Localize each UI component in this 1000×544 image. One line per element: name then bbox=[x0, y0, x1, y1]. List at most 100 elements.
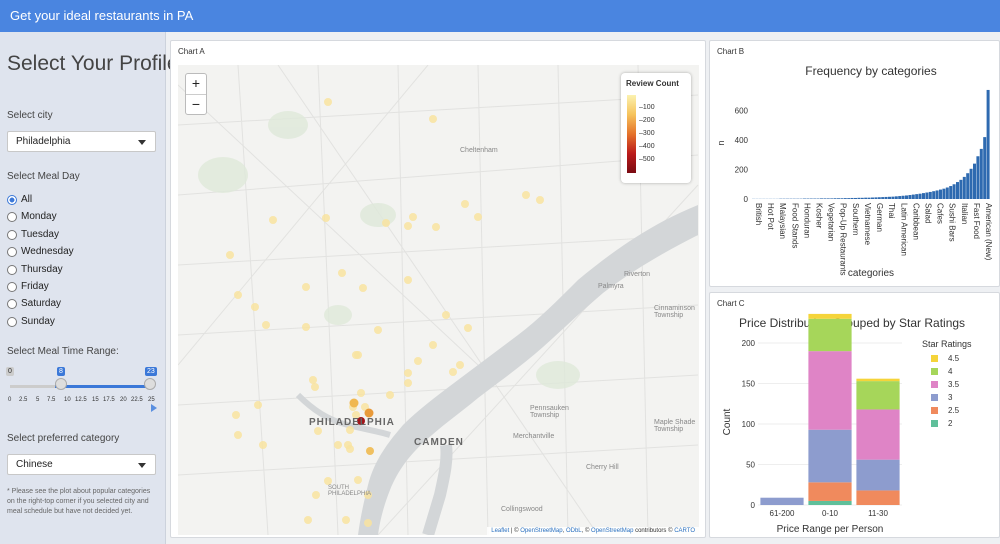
slider-tick-label: 5 bbox=[36, 397, 40, 403]
restaurant-marker[interactable] bbox=[449, 368, 457, 376]
restaurant-marker[interactable] bbox=[349, 398, 359, 408]
restaurant-marker[interactable] bbox=[456, 361, 464, 369]
radio-button[interactable] bbox=[7, 282, 17, 292]
legend-label: 4.5 bbox=[948, 354, 960, 363]
restaurant-marker[interactable] bbox=[382, 219, 390, 227]
restaurant-marker[interactable] bbox=[352, 351, 360, 359]
restaurant-marker[interactable] bbox=[324, 98, 332, 106]
x-tick-label: Fast Food bbox=[972, 203, 981, 239]
restaurant-marker[interactable] bbox=[522, 191, 530, 199]
restaurant-marker[interactable] bbox=[474, 213, 482, 221]
restaurant-marker[interactable] bbox=[269, 216, 277, 224]
x-tick-label: Kosher bbox=[815, 203, 824, 229]
restaurant-marker[interactable] bbox=[442, 311, 450, 319]
zoom-in-button[interactable]: + bbox=[186, 74, 206, 95]
restaurant-marker[interactable] bbox=[366, 447, 374, 455]
restaurant-marker[interactable] bbox=[374, 326, 382, 334]
bar bbox=[867, 197, 871, 199]
meal-time-slider-from-handle[interactable] bbox=[55, 378, 67, 390]
legend-label: 3.5 bbox=[948, 380, 960, 389]
restaurant-marker[interactable] bbox=[309, 376, 317, 384]
restaurant-marker[interactable] bbox=[324, 477, 332, 485]
bar bbox=[823, 198, 827, 199]
x-tick-label: Malaysian bbox=[778, 203, 787, 239]
restaurant-marker[interactable] bbox=[461, 200, 469, 208]
restaurant-marker[interactable] bbox=[404, 379, 412, 387]
radio-button[interactable] bbox=[7, 229, 17, 240]
restaurant-marker[interactable] bbox=[259, 441, 267, 449]
restaurant-marker[interactable] bbox=[314, 427, 322, 435]
restaurant-marker[interactable] bbox=[364, 519, 372, 527]
odbl-link[interactable]: ODbL bbox=[566, 528, 582, 534]
slider-tick-label: 15 bbox=[92, 397, 99, 403]
price-distribution-chart[interactable]: Price Distribution Grouped by Star Ratin… bbox=[710, 309, 999, 535]
restaurant-marker[interactable] bbox=[357, 389, 365, 397]
carto-link[interactable]: CARTO bbox=[674, 528, 695, 534]
bar bbox=[983, 137, 987, 199]
restaurant-marker[interactable] bbox=[302, 283, 310, 291]
chart-b-panel: Chart B Frequency by categories 0 200 400 60… bbox=[709, 40, 1000, 287]
restaurant-marker[interactable] bbox=[432, 223, 440, 231]
chart-c-panel: Chart C Price Distribution Grouped by St… bbox=[709, 292, 1000, 538]
place-label: Cinnaminson Township bbox=[654, 305, 695, 319]
zoom-out-button[interactable]: − bbox=[186, 95, 206, 115]
stacked-bar-segment bbox=[760, 497, 804, 505]
x-tick-label: Thai bbox=[887, 203, 896, 219]
stacked-bar-segment bbox=[856, 378, 900, 382]
y-axis-label: n bbox=[716, 140, 726, 145]
restaurant-marker[interactable] bbox=[234, 291, 242, 299]
frequency-bar-chart[interactable]: Frequency by categories 0 200 400 600 n Britis… bbox=[710, 59, 999, 284]
meal-time-slider[interactable] bbox=[10, 385, 150, 388]
radio-button[interactable] bbox=[7, 264, 17, 275]
restaurant-marker[interactable] bbox=[234, 431, 242, 439]
restaurant-marker[interactable] bbox=[342, 516, 350, 524]
restaurant-marker[interactable] bbox=[226, 251, 234, 259]
restaurant-marker[interactable] bbox=[386, 391, 394, 399]
category-select[interactable]: Chinese bbox=[7, 454, 156, 475]
meal-day-label: Select Meal Day bbox=[7, 171, 80, 182]
restaurant-marker[interactable] bbox=[322, 214, 330, 222]
play-icon[interactable] bbox=[150, 404, 158, 412]
restaurant-marker[interactable] bbox=[414, 357, 422, 365]
y-tick-label: 400 bbox=[735, 136, 749, 145]
restaurant-marker[interactable] bbox=[346, 445, 354, 453]
restaurant-marker[interactable] bbox=[304, 516, 312, 524]
restaurant-marker[interactable] bbox=[251, 303, 259, 311]
city-select[interactable]: Philadelphia bbox=[7, 131, 156, 152]
restaurant-marker[interactable] bbox=[409, 213, 417, 221]
leaflet-link[interactable]: Leaflet bbox=[491, 528, 509, 534]
restaurant-marker[interactable] bbox=[354, 476, 362, 484]
restaurant-marker[interactable] bbox=[404, 222, 412, 230]
osm-link[interactable]: OpenStreetMap bbox=[520, 528, 562, 534]
restaurant-marker[interactable] bbox=[311, 383, 319, 391]
time-to-badge: 23 bbox=[145, 367, 157, 376]
osm-link[interactable]: OpenStreetMap bbox=[591, 528, 633, 534]
chart-title: Frequency by categories bbox=[805, 64, 936, 78]
map-legend: Review Count –100 –200 –300 –400 –500 bbox=[621, 73, 691, 183]
map[interactable]: Cheltenham PHILADELPHIA CAMDEN Riverton … bbox=[178, 65, 699, 535]
restaurant-marker[interactable] bbox=[262, 321, 270, 329]
restaurant-marker[interactable] bbox=[232, 411, 240, 419]
restaurant-marker[interactable] bbox=[464, 324, 472, 332]
restaurant-marker[interactable] bbox=[404, 369, 412, 377]
restaurant-marker[interactable] bbox=[536, 196, 544, 204]
restaurant-marker[interactable] bbox=[254, 401, 262, 409]
restaurant-marker[interactable] bbox=[429, 341, 437, 349]
x-tick-label: 0-10 bbox=[822, 509, 839, 518]
restaurant-marker[interactable] bbox=[429, 115, 437, 123]
stacked-bar-segment bbox=[808, 318, 852, 352]
x-tick-label: Cafes bbox=[936, 203, 945, 224]
meal-time-slider-to-handle[interactable] bbox=[144, 378, 156, 390]
restaurant-marker[interactable] bbox=[404, 276, 412, 284]
restaurant-marker[interactable] bbox=[334, 441, 342, 449]
restaurant-marker[interactable] bbox=[338, 269, 346, 277]
restaurant-marker[interactable] bbox=[302, 323, 310, 331]
radio-button[interactable] bbox=[7, 316, 17, 327]
slider-tick-label: 20 bbox=[120, 397, 127, 403]
bar bbox=[932, 191, 936, 199]
radio-button[interactable] bbox=[7, 195, 17, 205]
restaurant-marker[interactable] bbox=[359, 284, 367, 292]
legend-label: 2.5 bbox=[948, 406, 960, 415]
bar bbox=[969, 168, 973, 199]
restaurant-marker[interactable] bbox=[312, 491, 320, 499]
